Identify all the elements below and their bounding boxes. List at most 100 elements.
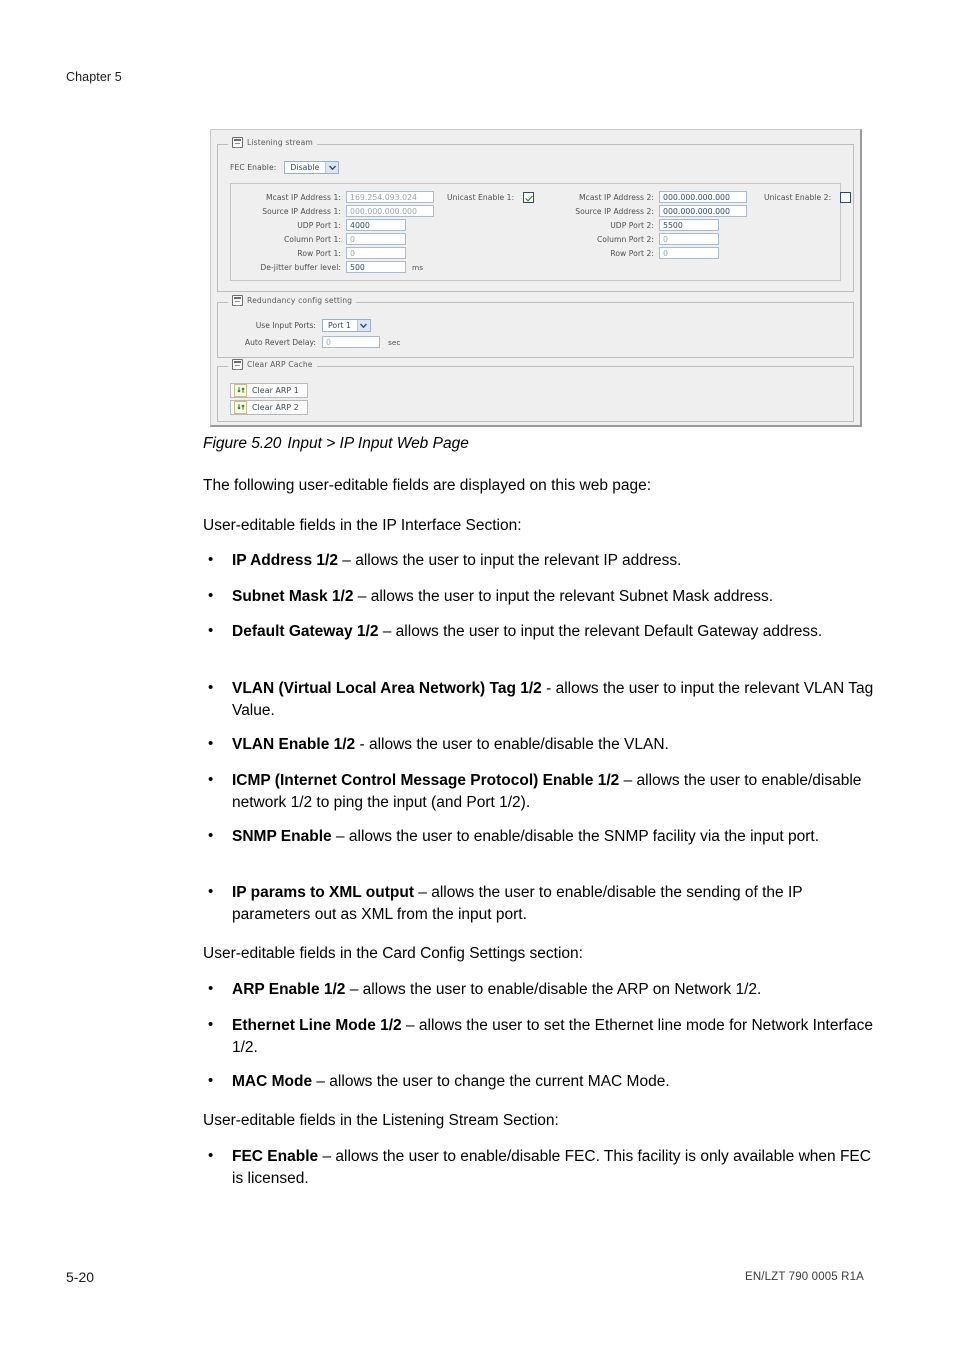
field-row-unicast-enable-2: Unicast Enable 2:: [764, 191, 852, 203]
field-row-dejitter-buffer: De-jitter buffer level: 500 ms: [237, 261, 423, 273]
source-ip-1-input[interactable]: 000.000.000.000: [346, 205, 434, 217]
bullet-desc: – allows the user to enable/disable the …: [345, 981, 762, 998]
footer-page-number: 5-20: [66, 1269, 95, 1285]
udp-port-1-label: UDP Port 1:: [297, 220, 341, 230]
clear-arp-cache-legend-label: Clear ARP Cache: [247, 360, 313, 369]
collapse-panel-icon[interactable]: [232, 295, 243, 306]
udp-port-1-input[interactable]: 4000: [346, 219, 406, 231]
list-item: IP params to XML output – allows the use…: [203, 881, 875, 925]
row-port-2-label: Row Port 2:: [610, 248, 654, 258]
field-row-column-port-1: Column Port 1: 0: [237, 233, 406, 245]
list-item: Subnet Mask 1/2 – allows the user to inp…: [203, 585, 875, 608]
listening-stream-legend: Listening stream: [228, 137, 317, 148]
section-2-heading: User-editable fields in the Card Config …: [203, 945, 583, 962]
list-item: ICMP (Internet Control Message Protocol)…: [203, 769, 875, 813]
bullet-term: Subnet Mask 1/2: [232, 588, 354, 605]
unicast-enable-1-label: Unicast Enable 1:: [447, 192, 515, 202]
bullet-desc: – allows the user to input the relevant …: [353, 588, 774, 605]
bullet-term: VLAN (Virtual Local Area Network) Tag 1/…: [232, 680, 542, 697]
bullet-desc: - allows the user to enable/disable the …: [355, 736, 669, 753]
dejitter-buffer-input[interactable]: 500: [346, 261, 406, 273]
bullet-term: FEC Enable: [232, 1148, 319, 1165]
field-row-udp-port-2: UDP Port 2: 5500: [550, 219, 719, 231]
collapse-panel-icon[interactable]: [232, 137, 243, 148]
column-port-2-label: Column Port 2:: [596, 234, 654, 244]
bullet-term: ICMP (Internet Control Message Protocol)…: [232, 772, 620, 789]
bullet-desc: – allows the user to change the current …: [312, 1073, 670, 1090]
unicast-enable-1-checkbox[interactable]: [523, 191, 535, 203]
column-port-2-input[interactable]: 0: [659, 233, 719, 245]
field-row-row-port-2: Row Port 2: 0: [550, 247, 719, 259]
field-row-column-port-2: Column Port 2: 0: [550, 233, 719, 245]
clear-arp-cache-legend: Clear ARP Cache: [228, 359, 317, 370]
field-row-source-ip-1: Source IP Address 1: 000.000.000.000: [237, 205, 434, 217]
list-item: MAC Mode – allows the user to change the…: [203, 1070, 875, 1093]
section-3-heading: User-editable fields in the Listening St…: [203, 1112, 559, 1129]
auto-revert-delay-unit: sec: [388, 337, 401, 347]
bullet-term: IP params to XML output: [232, 884, 414, 901]
fec-enable-value: Disable: [290, 163, 320, 172]
intro-paragraph: The following user-editable fields are d…: [203, 477, 652, 494]
unicast-enable-2-label: Unicast Enable 2:: [764, 192, 832, 202]
bullet-desc: – allows the user to input the relevant …: [337, 552, 682, 569]
redundancy-config-legend: Redundancy config setting: [228, 295, 357, 306]
figure-caption: Figure 5.20 Input > IP Input Web Page: [203, 435, 469, 453]
listening-stream-legend-label: Listening stream: [247, 138, 313, 147]
list-item: FEC Enable – allows the user to enable/d…: [203, 1145, 875, 1189]
bullet-term: Ethernet Line Mode 1/2: [232, 1017, 402, 1034]
use-input-ports-value: Port 1: [328, 321, 351, 330]
bullet-term: IP Address 1/2: [232, 552, 338, 569]
mcast-ip-1-label: Mcast IP Address 1:: [266, 192, 341, 202]
column-port-1-label: Column Port 1:: [283, 234, 341, 244]
use-input-ports-select[interactable]: Port 1: [322, 319, 371, 332]
figure-caption-number: Figure 5.20: [203, 435, 282, 452]
field-row-mcast-ip-2: Mcast IP Address 2: 000.000.000.000: [550, 191, 747, 203]
field-row-udp-port-1: UDP Port 1: 4000: [237, 219, 406, 231]
collapse-panel-icon[interactable]: [232, 359, 243, 370]
bullet-term: VLAN Enable 1/2: [232, 736, 356, 753]
column-port-1-input[interactable]: 0: [346, 233, 406, 245]
bullet-desc: – allows the user to input the relevant …: [378, 623, 823, 640]
source-ip-2-input[interactable]: 000.000.000.000: [659, 205, 747, 217]
chevron-down-icon: [325, 162, 339, 173]
auto-revert-delay-row: Auto Revert Delay: 0 sec: [230, 336, 400, 348]
page-header-chapter: Chapter 5: [66, 70, 122, 84]
field-row-unicast-enable-1: Unicast Enable 1:: [447, 191, 535, 203]
mcast-ip-2-input[interactable]: 000.000.000.000: [659, 191, 747, 203]
unicast-enable-2-checkbox[interactable]: [840, 191, 852, 203]
bullet-term: SNMP Enable: [232, 828, 332, 845]
row-port-1-label: Row Port 1:: [297, 248, 341, 258]
udp-port-2-label: UDP Port 2:: [610, 220, 654, 230]
field-row-source-ip-2: Source IP Address 2: 000.000.000.000: [550, 205, 747, 217]
list-item: IP Address 1/2 – allows the user to inpu…: [203, 549, 875, 572]
auto-revert-delay-input[interactable]: 0: [322, 336, 380, 348]
list-item: VLAN (Virtual Local Area Network) Tag 1/…: [203, 677, 875, 721]
dejitter-buffer-unit: ms: [412, 262, 424, 272]
bullet-desc: – allows the user to enable/disable FEC.…: [232, 1148, 871, 1187]
use-input-ports-row: Use Input Ports: Port 1: [230, 319, 371, 332]
figure-caption-text: Input > IP Input Web Page: [287, 435, 469, 452]
clear-arp-2-button[interactable]: Clear ARP 2: [230, 396, 308, 415]
list-item: Ethernet Line Mode 1/2 – allows the user…: [203, 1014, 875, 1058]
list-item: Default Gateway 1/2 – allows the user to…: [203, 620, 875, 643]
listening-stream-group: Listening stream FEC Enable: Disable Mca…: [217, 137, 854, 292]
bullet-term: Default Gateway 1/2: [232, 623, 379, 640]
fec-enable-row: FEC Enable: Disable: [230, 161, 340, 174]
figure-screenshot: Listening stream FEC Enable: Disable Mca…: [210, 129, 862, 427]
udp-port-2-input[interactable]: 5500: [659, 219, 719, 231]
mcast-ip-1-input[interactable]: 169.254.093.024: [346, 191, 434, 203]
fec-enable-label: FEC Enable:: [230, 163, 277, 172]
row-port-2-input[interactable]: 0: [659, 247, 719, 259]
section-1-heading: User-editable fields in the IP Interface…: [203, 517, 522, 534]
bullet-desc: – allows the user to enable/disable the …: [331, 828, 820, 845]
source-ip-1-label: Source IP Address 1:: [262, 206, 341, 216]
screenshot-inner: Listening stream FEC Enable: Disable Mca…: [217, 136, 854, 422]
source-ip-2-label: Source IP Address 2:: [575, 206, 654, 216]
clear-arp-cache-group: Clear ARP Cache Clear ARP 1 Clear ARP 2: [217, 359, 854, 422]
row-port-1-input[interactable]: 0: [346, 247, 406, 259]
field-row-row-port-1: Row Port 1: 0: [237, 247, 406, 259]
footer-document-id: EN/LZT 790 0005 R1A: [745, 1271, 864, 1283]
refresh-icon: [234, 383, 247, 397]
list-item: SNMP Enable – allows the user to enable/…: [203, 825, 875, 848]
fec-enable-select[interactable]: Disable: [284, 161, 340, 174]
